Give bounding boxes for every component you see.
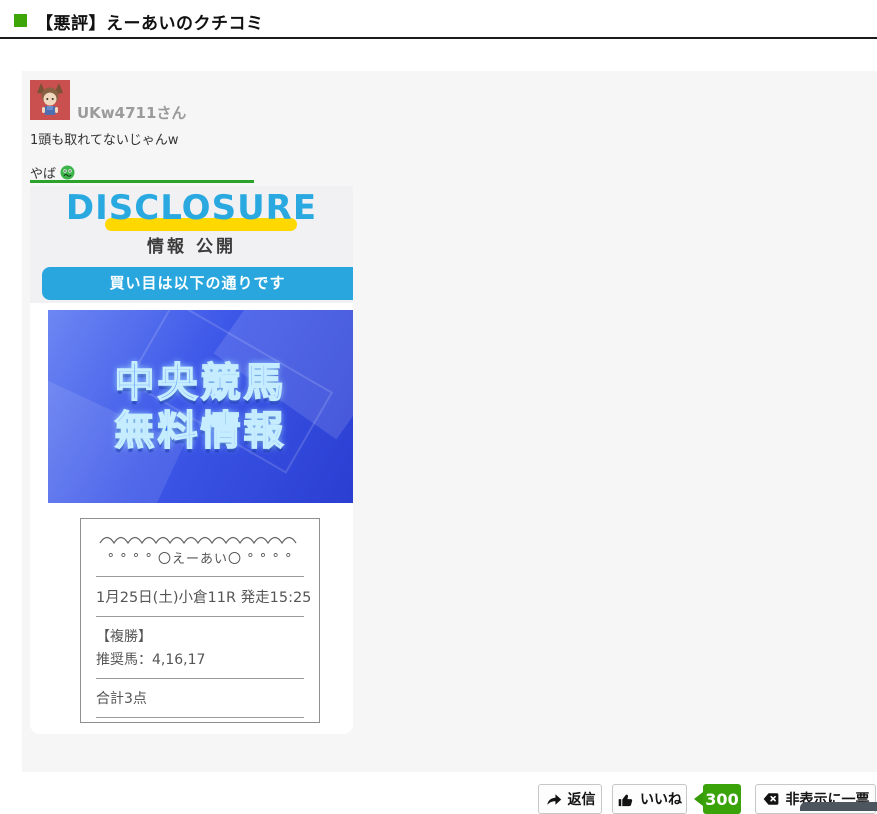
like-button-label: いいね <box>640 789 682 809</box>
reply-button-label: 返信 <box>568 789 596 809</box>
section-bullet-square <box>14 14 27 27</box>
poster-line1: 中央競馬 <box>115 359 287 407</box>
reply-arrow-icon <box>545 791 562 808</box>
keiba-poster: 中央競馬 無料情報 <box>48 310 353 503</box>
ticket-brand-row: ° ° ° ° 〇えーあい〇 ° ° ° ° <box>96 548 304 567</box>
ticket-divider <box>96 717 304 718</box>
poster-line2: 無料情報 <box>115 407 287 455</box>
comment-underline <box>30 180 254 183</box>
tip-ticket: ° ° ° ° 〇えーあい〇 ° ° ° ° 1月25日(土)小倉11R 発走1… <box>80 518 320 723</box>
corner-tooltip-fragment[interactable] <box>800 802 877 811</box>
nauseated-face-emoji-icon <box>60 165 75 180</box>
ticket-divider <box>96 616 304 617</box>
reply-button[interactable]: 返信 <box>538 784 602 814</box>
page-title: 【悪評】えーあいのクチコミ <box>36 9 264 34</box>
ticket-bet-type: 【複勝】 <box>96 626 304 646</box>
disclosure-headline: DISCLOSURE <box>30 190 353 226</box>
disclosure-subheadline: 情報 公開 <box>30 232 353 257</box>
buy-list-banner: 買い目は以下の通りです <box>42 267 353 300</box>
like-button[interactable]: いいね <box>612 784 687 814</box>
like-count-badge: 300 <box>703 784 741 814</box>
disclosure-heading-wrap: DISCLOSURE <box>30 190 353 226</box>
ticket-race-info: 1月25日(土)小倉11R 発走15:25 <box>96 586 304 607</box>
ticket-divider <box>96 576 304 577</box>
review-card: UKw4711さん 1頭も取れてないじゃんw やば DISCLOSURE 情報 … <box>22 71 877 772</box>
like-count: 300 <box>705 790 738 809</box>
scallop-border <box>98 533 303 545</box>
ticket-total: 合計3点 <box>96 688 304 708</box>
avatar <box>30 80 70 120</box>
reviewer-username: UKw4711さん <box>77 102 186 123</box>
hide-tag-icon <box>762 790 780 808</box>
thumbs-up-icon <box>617 791 634 808</box>
ticket-horses: 推奨馬：4,16,17 <box>96 649 304 669</box>
review-comment-line1: 1頭も取れてないじゃんw <box>30 129 179 148</box>
ticket-divider <box>96 678 304 679</box>
header-divider <box>0 37 877 39</box>
promo-image[interactable]: DISCLOSURE 情報 公開 買い目は以下の通りです 中央競馬 無料情報 °… <box>30 186 353 734</box>
